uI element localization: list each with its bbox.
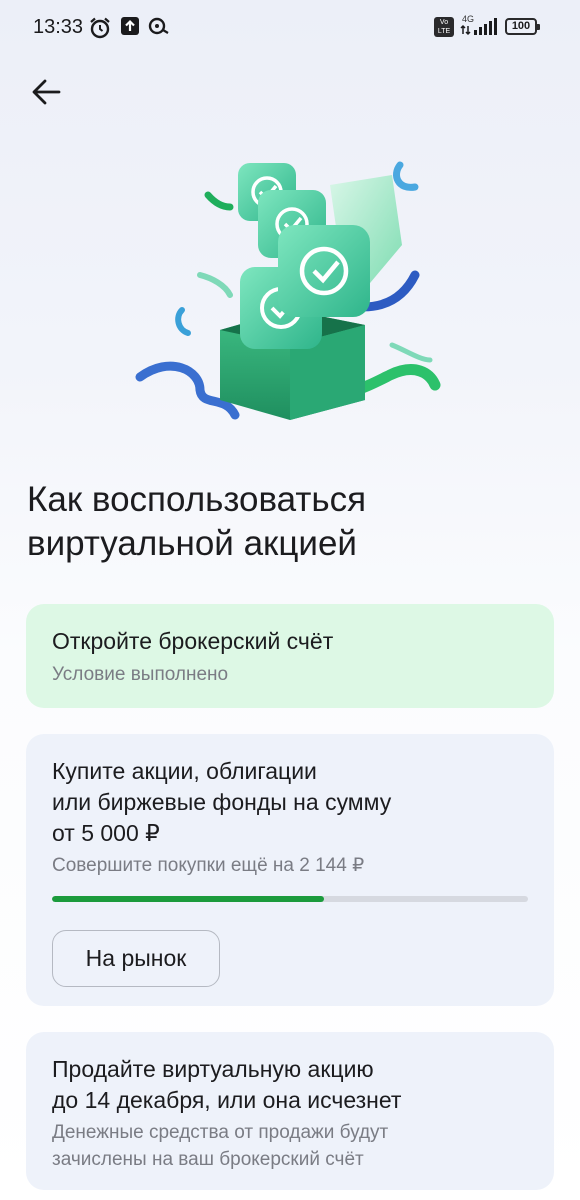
back-button[interactable]	[26, 72, 66, 112]
step-title: Купите акции, облигации или биржевые фон…	[52, 756, 528, 849]
step-remaining-amount: Совершите покупки ещё на 2 144 ₽	[52, 855, 365, 876]
step-description-line: зачислены на ваш брокерский счёт	[52, 1149, 364, 1170]
gift-box-illustration	[135, 161, 441, 420]
step-title-line: Купите акции, облигации	[52, 758, 317, 784]
vpn-icon	[148, 17, 169, 35]
step-card-sell-virtual-share: Продайте виртуальную акцию до 14 декабря…	[26, 1032, 554, 1190]
step-description-line: Денежные средства от продажи будут	[52, 1122, 389, 1143]
step-title: Откройте брокерский счёт	[52, 628, 334, 654]
alarm-icon	[90, 17, 110, 39]
page-title: Как воспользоваться виртуальной акцией	[27, 480, 367, 563]
status-bar: 13:33 Vo LTE 4G 100	[0, 0, 580, 56]
step-card-open-account: Откройте брокерский счёт Условие выполне…	[26, 604, 554, 708]
volte-badge: Vo LTE	[434, 17, 454, 37]
arrow-left-icon	[32, 79, 61, 105]
purchase-progress-bar	[52, 896, 528, 902]
step-status: Условие выполнено	[52, 664, 229, 685]
step-title-line: от 5 000 ₽	[52, 820, 160, 846]
battery-icon: 100	[505, 18, 540, 35]
step-description: Денежные средства от продажи будут зачис…	[52, 1119, 528, 1173]
step-title: Продайте виртуальную акцию до 14 декабря…	[52, 1054, 528, 1116]
step-title-line: до 14 декабря, или она исчезнет	[52, 1087, 402, 1113]
upload-icon	[121, 17, 139, 35]
purchase-progress-fill	[52, 896, 324, 902]
status-time: 13:33	[33, 16, 84, 38]
signal-icon	[460, 18, 497, 36]
step-title-line: Продайте виртуальную акцию	[52, 1056, 374, 1082]
step-title-line: или биржевые фонды на сумму	[52, 789, 392, 815]
step-card-buy-securities: Купите акции, облигации или биржевые фон…	[26, 734, 554, 1006]
to-market-button[interactable]: На рынок	[52, 930, 220, 987]
